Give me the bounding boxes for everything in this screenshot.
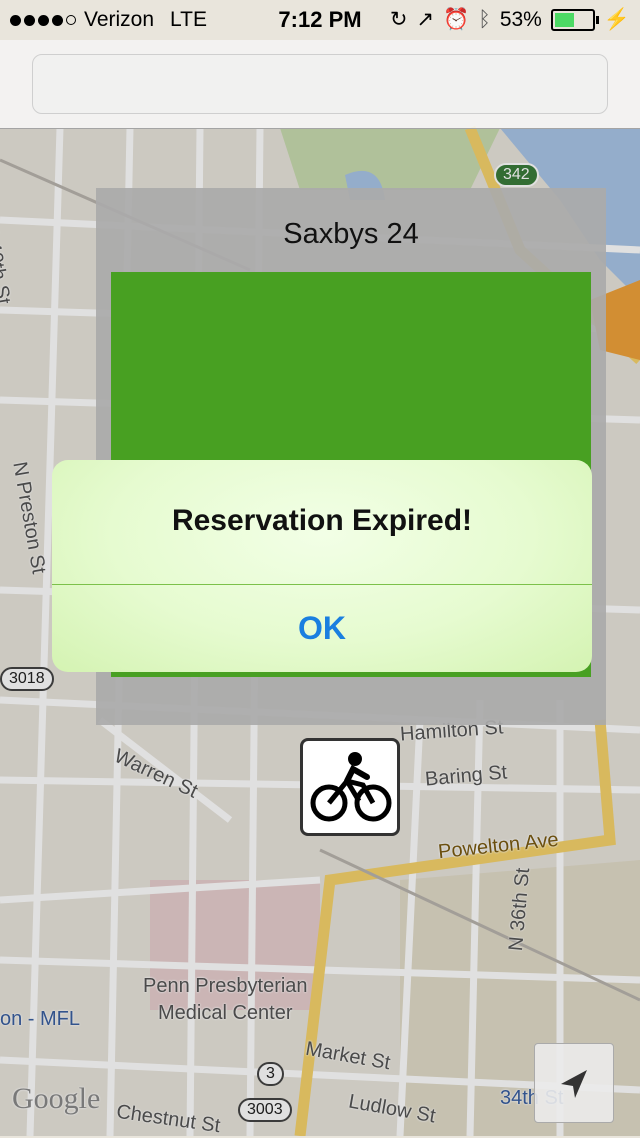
station-title: Saxbys 24	[283, 218, 419, 250]
rotation-lock-icon: ↻	[389, 8, 408, 31]
bike-icon	[310, 752, 392, 822]
top-bar	[0, 40, 640, 129]
bike-station-button[interactable]	[300, 738, 400, 836]
ok-button[interactable]: OK	[52, 585, 592, 672]
alert-title: Reservation Expired!	[171, 504, 473, 537]
search-field[interactable]	[32, 54, 608, 114]
locate-me-button[interactable]	[534, 1043, 614, 1123]
alert-dialog: Reservation Expired! OK	[52, 460, 592, 672]
battery-icon	[550, 8, 599, 31]
battery-percent: 53%	[499, 7, 542, 31]
charging-icon: ⚡	[603, 7, 630, 31]
location-icon: ↗	[416, 8, 435, 31]
bluetooth-icon: ᛒ	[478, 7, 491, 31]
location-arrow-icon	[561, 1070, 587, 1098]
alarm-icon: ⏰	[443, 7, 470, 31]
status-bar: Verizon LTE 7:12 PM ↻ ↗ ⏰ ᛒ 53% ⚡	[0, 0, 640, 40]
